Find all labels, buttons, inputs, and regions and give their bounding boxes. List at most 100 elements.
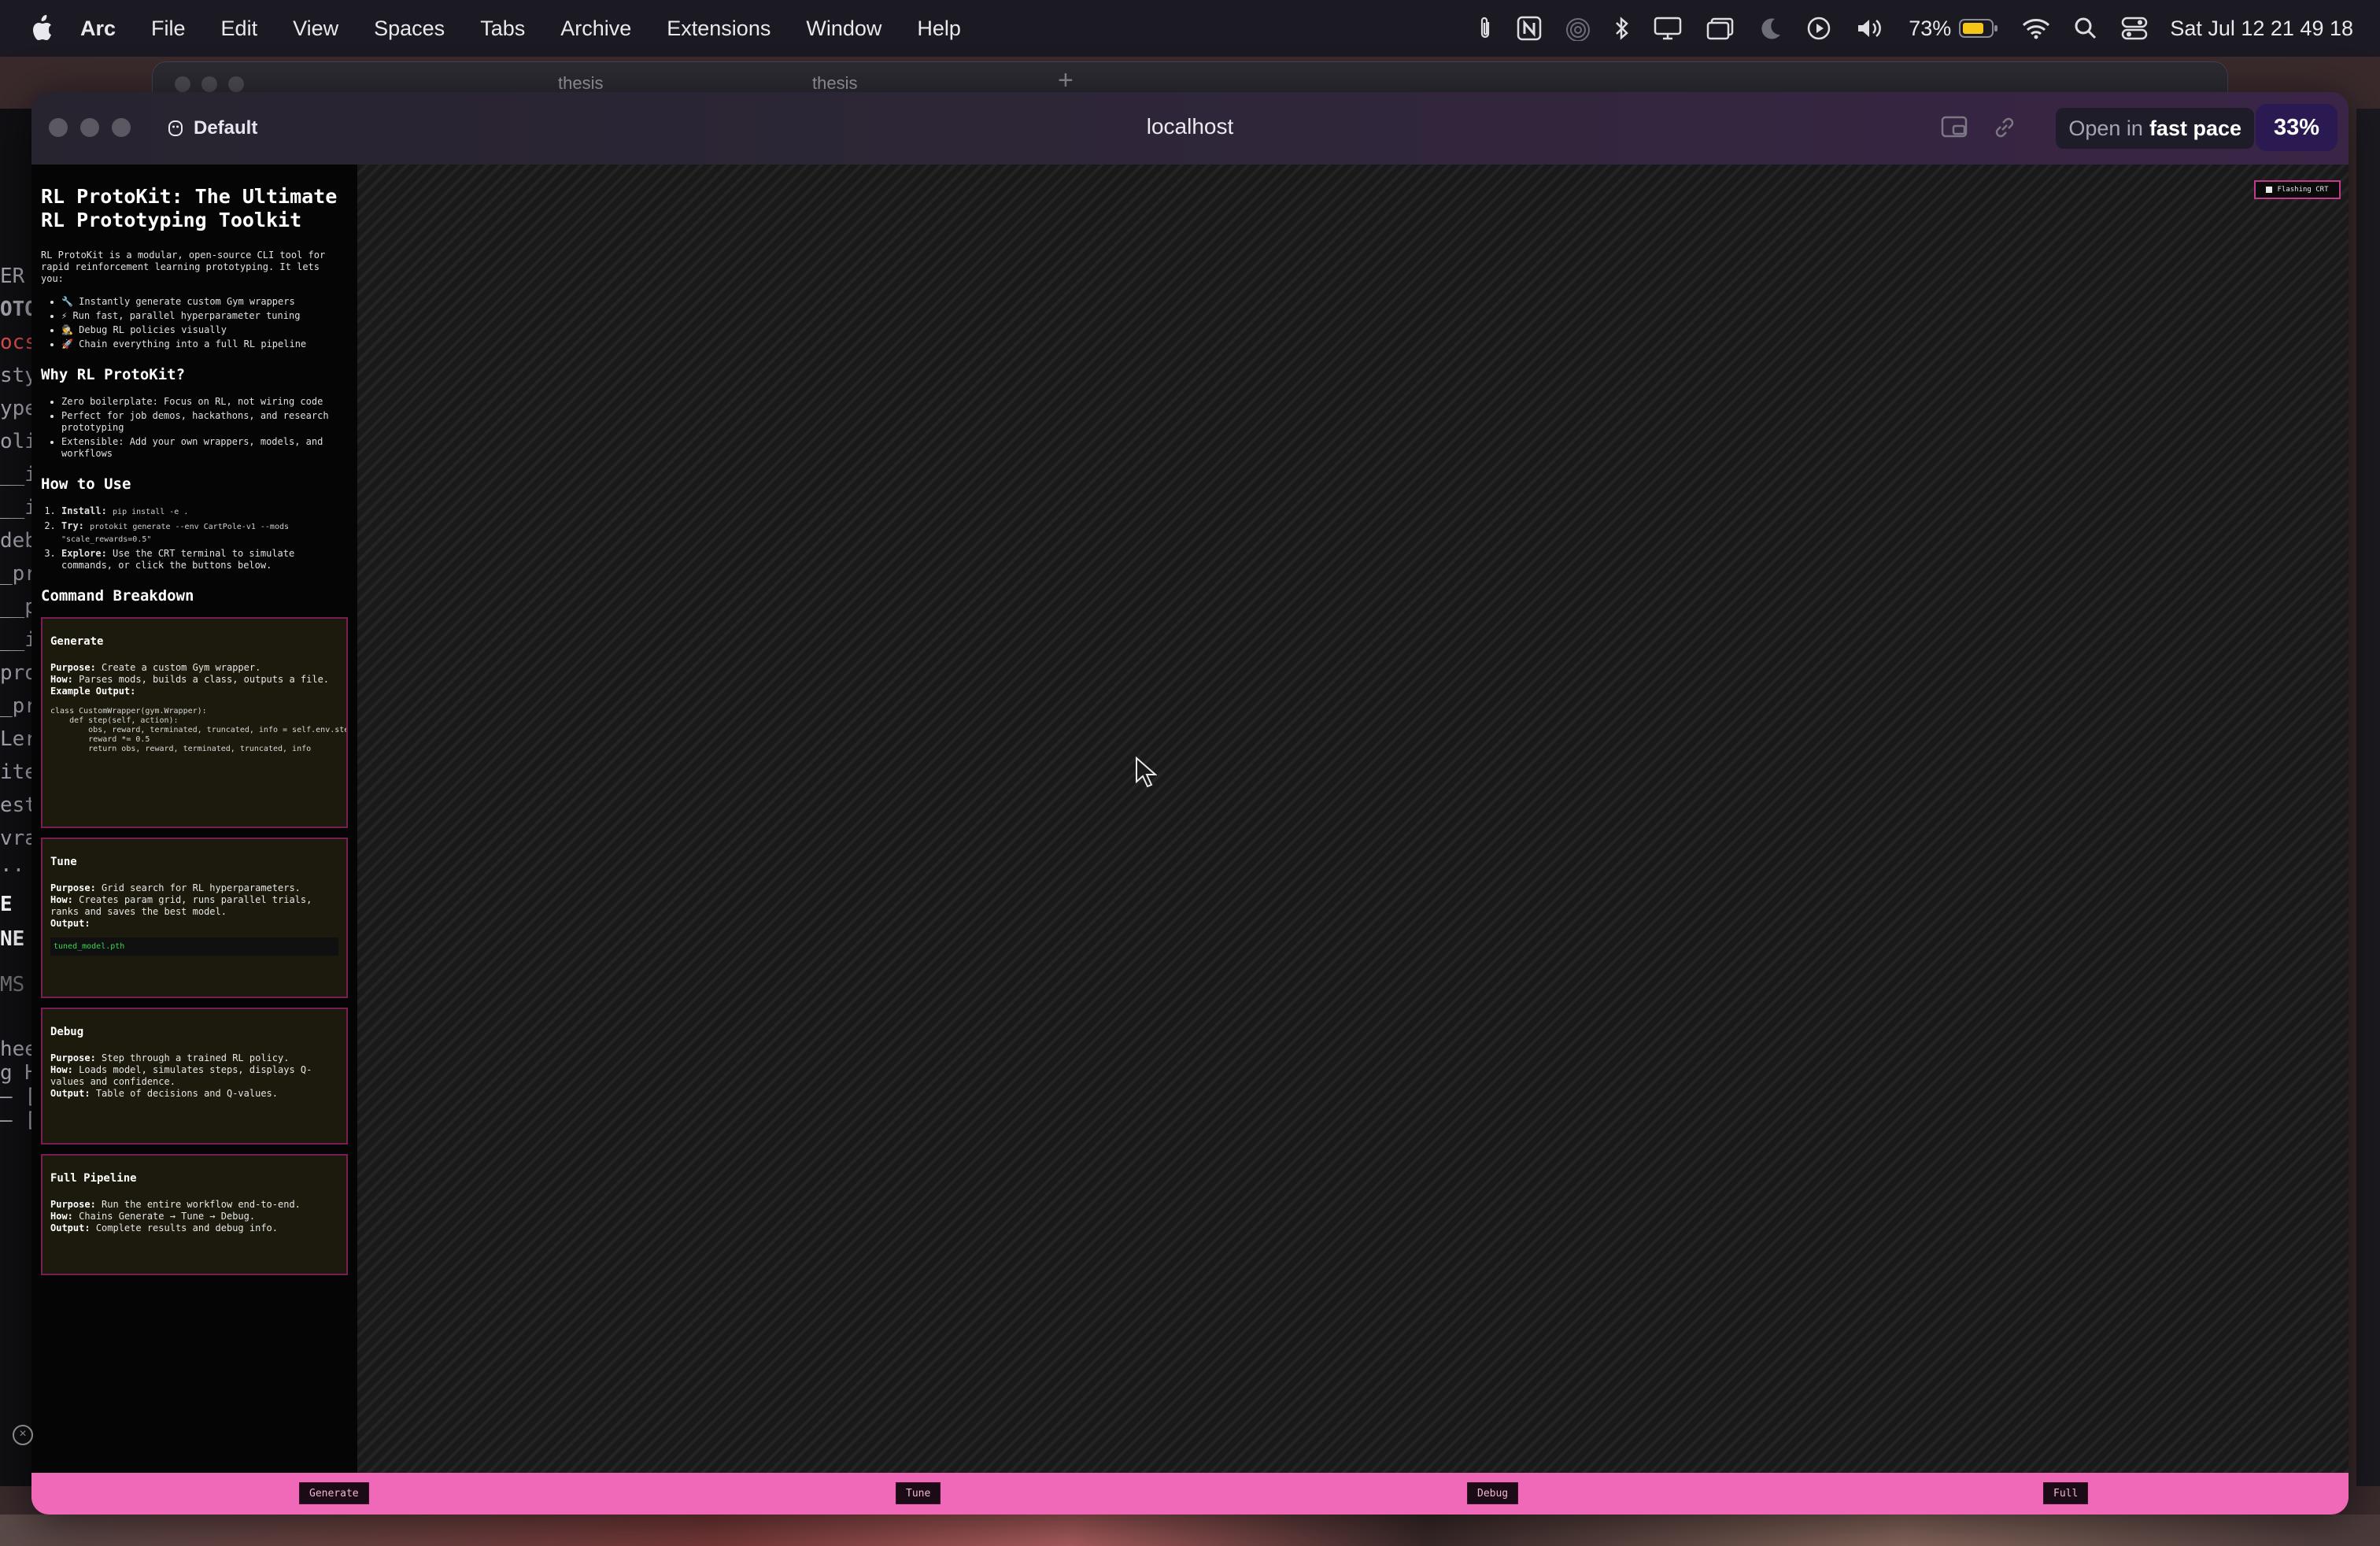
terminal-line: OTO (0, 298, 35, 321)
terminal-line: ocs (0, 331, 35, 354)
terminal-line: deb (0, 529, 35, 553)
play-circle-icon[interactable] (1806, 16, 1831, 41)
search-icon[interactable] (2074, 17, 2097, 40)
card-how: How: Chains Generate → Tune → Debug. (50, 1211, 338, 1222)
apple-logo-icon[interactable] (30, 15, 54, 42)
breakdown-heading: Command Breakdown (41, 587, 194, 605)
step-command: protokit generate --env CartPole-v1 --mo… (61, 523, 290, 544)
menu-spaces[interactable]: Spaces (374, 17, 445, 41)
feature-list: 🔧 Instantly generate custom Gym wrappers… (41, 296, 348, 350)
full-button[interactable]: Full (2043, 1482, 2089, 1504)
terminal-line: __i (0, 628, 35, 652)
purpose-label: Purpose: (50, 882, 96, 893)
terminal-line: .. (0, 853, 25, 877)
checkbox-square-icon (2266, 187, 2273, 193)
terminal-line: ite (0, 760, 35, 784)
terminal-line: Ler (0, 727, 35, 751)
menu-edit[interactable]: Edit (221, 17, 258, 41)
volume-icon[interactable] (1855, 16, 1885, 41)
open-in-button[interactable]: Open in fast pace (2056, 108, 2254, 149)
background-tab[interactable]: thesis (812, 73, 857, 94)
macos-menubar: Arc File Edit View Spaces Tabs Archive E… (0, 0, 2380, 57)
menu-tabs[interactable]: Tabs (480, 17, 525, 41)
background-tab[interactable]: thesis (558, 73, 603, 94)
paperclip-icon[interactable] (1477, 16, 1493, 41)
fingerprint-icon[interactable] (1565, 16, 1591, 41)
display-icon[interactable] (1654, 16, 1682, 41)
list-item: ⚡ Run fast, parallel hyperparameter tuni… (61, 310, 348, 322)
menu-extensions[interactable]: Extensions (667, 17, 771, 41)
terminal-line: NE (0, 927, 25, 951)
purpose-text: Step through a trained RL policy. (102, 1052, 290, 1063)
menu-window[interactable]: Window (806, 17, 881, 41)
browser-window: Default localhost Open in fast pace 33% … (31, 92, 2349, 1515)
purpose-label: Purpose: (50, 1199, 96, 1210)
card-how: How: Creates param grid, runs parallel t… (50, 894, 338, 918)
how-text: Creates param grid, runs parallel trials… (50, 894, 312, 917)
intro-text: RL ProtoKit is a modular, open-source CL… (41, 250, 326, 284)
notion-icon[interactable] (1517, 16, 1542, 41)
copy-link-icon[interactable] (1991, 114, 2018, 145)
card-title: Debug (50, 1026, 84, 1038)
generate-card: Generate Purpose: Create a custom Gym wr… (41, 617, 348, 828)
list-item: Install: pip install -e . (61, 505, 348, 518)
picture-in-picture-icon[interactable] (1941, 114, 1971, 145)
card-output: Example Output: (50, 686, 338, 697)
example-code: class CustomWrapper(gym.Wrapper): def st… (50, 707, 348, 753)
menu-archive[interactable]: Archive (560, 17, 631, 41)
card-title: Tune (50, 856, 77, 868)
terminal-line: ype (0, 397, 35, 420)
zoom-level-badge[interactable]: 33% (2256, 104, 2338, 151)
bluetooth-icon[interactable] (1614, 16, 1630, 41)
terminal-line: olic (0, 430, 35, 453)
terminal-line: vrap (0, 827, 35, 850)
stage-manager-icon[interactable] (1706, 16, 1735, 41)
card-how: How: Loads model, simulates steps, displ… (50, 1064, 338, 1088)
terminal-line: pro (0, 661, 35, 685)
how-heading: How to Use (41, 475, 131, 493)
output-text: Table of decisions and Q-values. (95, 1088, 278, 1099)
how-label: How: (50, 674, 73, 685)
battery-percent[interactable]: 73% (1909, 17, 1951, 41)
why-list: Zero boilerplate: Focus on RL, not wirin… (41, 396, 348, 460)
menu-help[interactable]: Help (917, 17, 961, 41)
output-label: Output: (50, 918, 91, 929)
how-text: Loads model, simulates steps, displays Q… (50, 1064, 312, 1087)
example-output-label: Example Output: (50, 686, 136, 697)
wifi-icon[interactable] (2022, 17, 2050, 40)
command-button-bar: Generate Tune Debug Full (31, 1473, 2349, 1515)
clock[interactable]: Sat Jul 12 21 49 18 (2170, 17, 2353, 41)
output-file: tuned_model.pth (50, 938, 338, 956)
menu-app-name[interactable]: Arc (80, 17, 116, 41)
background-app-edge (2356, 109, 2380, 1486)
web-page: RL ProtoKit: The Ultimate RL Prototyping… (31, 165, 2349, 1473)
menu-file[interactable]: File (151, 17, 186, 41)
terminal-line: ests (0, 793, 35, 817)
mouse-cursor-icon (1136, 756, 1157, 788)
how-label: How: (50, 894, 73, 905)
control-center-icon[interactable] (2121, 17, 2148, 40)
card-purpose: Purpose: Run the entire workflow end-to-… (50, 1199, 338, 1211)
close-circle-icon[interactable]: × (13, 1425, 33, 1445)
moon-icon[interactable] (1759, 16, 1783, 41)
list-item: Zero boilerplate: Focus on RL, not wirin… (61, 396, 348, 408)
card-purpose: Purpose: Grid search for RL hyperparamet… (50, 882, 338, 894)
card-purpose: Purpose: Create a custom Gym wrapper. (50, 662, 338, 674)
step-label: Try: (61, 520, 84, 531)
flashing-crt-toggle[interactable]: Flashing CRT (2254, 180, 2341, 199)
traffic-light-zoom (228, 76, 244, 92)
terminal-line: E (0, 893, 13, 916)
battery-icon[interactable] (1959, 18, 1998, 39)
how-label: How: (50, 1064, 73, 1075)
docs-sidebar: RL ProtoKit: The Ultimate RL Prototyping… (31, 165, 357, 1473)
how-steps: Install: pip install -e . Try: protokit … (41, 505, 348, 571)
terminal-line: — [ (0, 1108, 35, 1132)
debug-button[interactable]: Debug (1467, 1482, 1519, 1504)
terminal-line: __i (0, 463, 35, 486)
menu-view[interactable]: View (293, 17, 338, 41)
terminal-line: sty (0, 364, 35, 387)
tune-button[interactable]: Tune (896, 1482, 941, 1504)
generate-button[interactable]: Generate (299, 1482, 369, 1504)
terminal-line: hee (0, 1037, 35, 1061)
step-label: Explore: (61, 548, 107, 559)
